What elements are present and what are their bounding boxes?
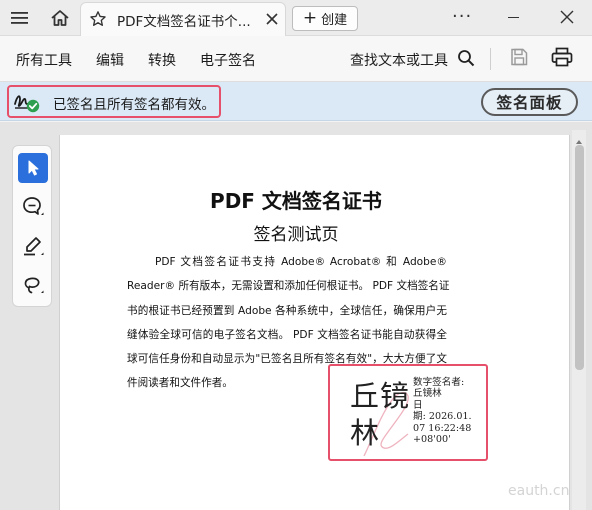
signer-name-large: 丘镜林: [350, 379, 411, 450]
menu-e-signature[interactable]: 电子签名: [200, 50, 256, 70]
window-close-icon[interactable]: [560, 9, 574, 28]
search-icon[interactable]: [457, 49, 475, 71]
body-line: Reader® 所有版本，无需设置和添加任何根证书。 PDF 文档签名证: [127, 280, 450, 293]
menu-bar: 所有工具 编辑 转换 电子签名 查找文本或工具: [0, 36, 592, 82]
save-icon[interactable]: [509, 47, 529, 71]
home-icon[interactable]: [48, 6, 72, 30]
create-button[interactable]: + 创建: [292, 6, 358, 31]
minimize-icon[interactable]: [508, 17, 519, 18]
create-label: 创建: [321, 13, 348, 28]
document-tab[interactable]: PDF文档签名证书个...: [80, 2, 286, 36]
menu-edit[interactable]: 编辑: [96, 50, 124, 70]
timezone: +08'00': [413, 434, 451, 446]
date-label: 日: [413, 399, 423, 411]
find-text-or-tool[interactable]: 查找文本或工具: [350, 50, 448, 70]
signer-name: 丘镜林: [413, 388, 442, 400]
date-line-1: 期: 2026.01.: [413, 411, 472, 423]
select-cursor-icon[interactable]: [18, 153, 48, 183]
menu-convert[interactable]: 转换: [148, 50, 176, 70]
more-options-icon[interactable]: ···: [452, 6, 472, 27]
plus-icon: +: [302, 8, 318, 28]
signature-label: 数字签名者:: [413, 377, 465, 388]
body-line: PDF 文档签名证书支持 Adobe® Acrobat® 和 Adobe®: [155, 256, 447, 268]
status-highlight-box: [7, 85, 221, 118]
star-icon[interactable]: [89, 10, 107, 32]
title-bar: PDF文档签名证书个... + 创建 ···: [0, 0, 592, 36]
print-icon[interactable]: [551, 47, 573, 71]
watermark-text: eauth.cn: [508, 483, 570, 499]
signature-details: 数字签名者: 丘镜林 日 期: 2026.01. 07 16:22:48 +08…: [413, 377, 472, 445]
document-subtitle: 签名测试页: [253, 225, 339, 245]
close-icon[interactable]: [265, 11, 279, 30]
body-line: 缝体验全球可信的电子签名文档。 PDF 文档签名证书能自动获得全: [127, 328, 447, 341]
menu-divider: [490, 48, 491, 70]
hamburger-menu-icon[interactable]: [8, 6, 32, 30]
document-title: PDF 文档签名证书: [210, 189, 382, 213]
date-line-2: 07 16:22:48: [413, 422, 472, 434]
tab-title: PDF文档签名证书个...: [117, 14, 251, 30]
menu-all-tools[interactable]: 所有工具: [16, 50, 72, 70]
draw-lasso-icon[interactable]: [18, 270, 48, 300]
body-line: 书的根证书已经预置到 Adobe 各种系统中，全球信任，确保用户无: [127, 304, 447, 317]
signature-panel-button[interactable]: 签名面板: [481, 88, 578, 116]
scrollbar-thumb[interactable]: [575, 145, 584, 370]
